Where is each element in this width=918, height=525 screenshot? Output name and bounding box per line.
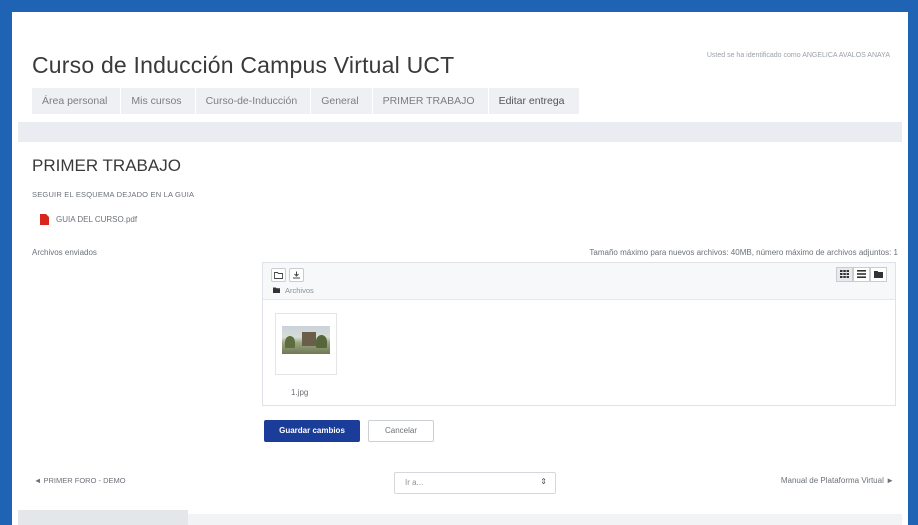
save-button[interactable]: Guardar cambios [264,420,360,442]
select-arrows-icon: ⇕ [540,477,547,486]
footer-block [18,510,188,525]
breadcrumb-primer-trabajo[interactable]: PRIMER TRABAJO [383,88,489,114]
file-path[interactable]: Archivos [273,286,314,295]
upload-limits: Tamaño máximo para nuevos archivos: 40MB… [589,248,898,257]
next-activity-link[interactable]: Manual de Plataforma Virtual ► [781,476,894,485]
cancel-button[interactable]: Cancelar [368,420,434,442]
user-login-info: Usted se ha identificado como ANGELICA A… [706,52,890,59]
grid-view-icon[interactable] [836,267,853,282]
file-tile[interactable] [275,313,337,375]
view-switcher [836,267,887,282]
prev-activity-link[interactable]: ◄ PRIMER FORO - DEMO [34,476,126,485]
breadcrumb-editar-entrega: Editar entrega [498,95,565,107]
pdf-icon [40,214,49,225]
attachment-name[interactable]: GUIA DEL CURSO.pdf [56,215,137,224]
image-thumbnail [282,326,330,354]
main-content: PRIMER TRABAJO SEGUIR EL ESQUEMA DEJADO … [18,142,902,525]
attachment-link[interactable]: GUIA DEL CURSO.pdf [40,214,137,225]
path-label: Archivos [285,286,314,295]
breadcrumb-mis-cursos[interactable]: Mis cursos [131,88,196,114]
folder-icon [273,287,280,295]
header-divider-band [18,122,902,142]
folder-outline-icon[interactable] [271,268,286,282]
page-title: PRIMER TRABAJO [32,156,181,175]
breadcrumb-area-personal[interactable]: Área personal [42,88,122,114]
file-name[interactable]: 1.jpg [291,388,308,397]
tree-view-icon[interactable] [870,267,887,282]
assignment-description: SEGUIR EL ESQUEMA DEJADO EN LA GUIA [32,190,195,199]
breadcrumb: Área personal Mis cursos Curso-de-Inducc… [32,88,579,114]
file-picker: Archivos 1.jpg [262,262,896,406]
jump-to-placeholder: Ir a... [405,478,424,487]
jump-to-select[interactable]: Ir a... ⇕ [394,472,556,494]
file-picker-toolbar: Archivos [263,263,895,300]
browser-frame: Curso de Inducción Campus Virtual UCT Us… [12,12,908,525]
course-title[interactable]: Curso de Inducción Campus Virtual UCT [32,52,454,79]
page-header: Curso de Inducción Campus Virtual UCT Us… [18,26,902,122]
breadcrumb-curso[interactable]: Curso-de-Inducción [206,88,312,114]
download-icon[interactable] [289,268,304,282]
breadcrumb-general[interactable]: General [321,88,373,114]
list-view-icon[interactable] [853,267,870,282]
files-label: Archivos enviados [32,248,97,257]
